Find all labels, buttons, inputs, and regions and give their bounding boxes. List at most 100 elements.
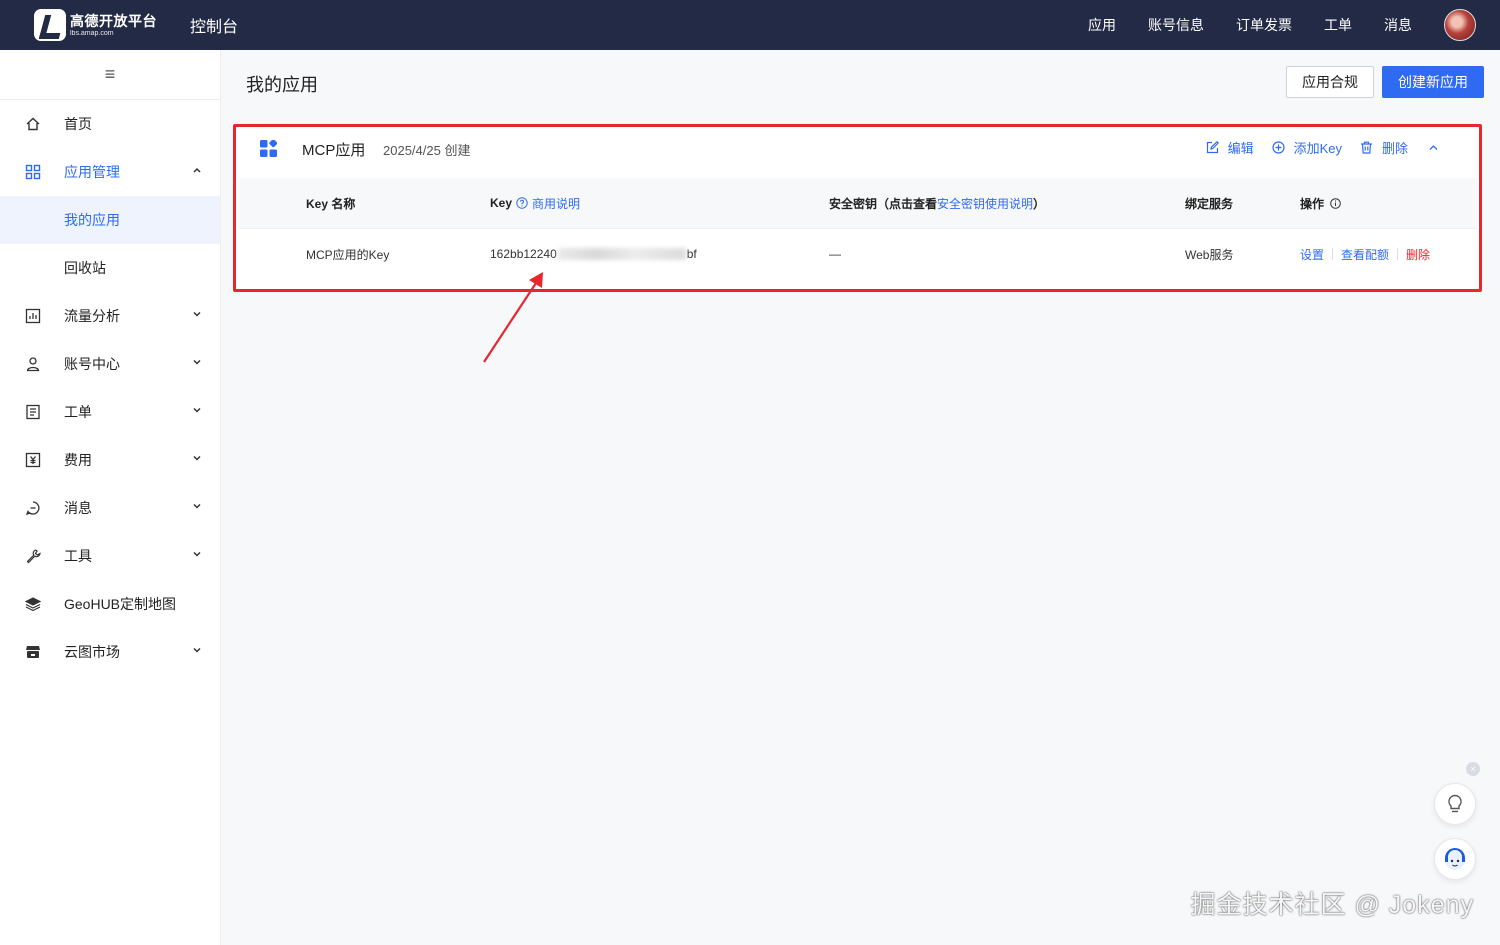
column-secret-label: 安全密钥（点击查看 [829,196,938,211]
key-value-end: bf [686,247,697,261]
logo-subtitle: lbs.amap.com [70,29,114,37]
customer-service-button[interactable] [1434,838,1476,880]
app-grid-icon [260,140,277,157]
sidebar-item-label: 消息 [64,500,92,516]
sidebar-item-my-apps[interactable]: 我的应用 [0,196,220,244]
chevron-down-icon [193,455,201,461]
commercial-help-label: 商用说明 [532,196,581,211]
annotation-arrow [483,272,543,363]
page-title: 我的应用 [246,75,318,95]
chevron-down-icon [193,407,201,413]
chevron-down-icon [193,503,201,509]
tips-button[interactable] [1434,783,1476,825]
sidebar-item-label: 应用管理 [64,164,120,180]
delete-label: 删除 [1381,141,1408,156]
sidebar-item-messages[interactable]: 消息 [0,484,220,532]
sidebar-item-recycle-bin[interactable]: 回收站 [0,244,220,292]
chevron-up-icon [1429,145,1438,150]
edit-icon [1206,141,1219,154]
console-title: 控制台 [190,19,239,36]
sidebar-item-label: GeoHUB定制地图 [64,596,177,612]
app-actions: 编辑 添加Key 删除 [1188,138,1448,157]
edit-label: 编辑 [1227,141,1254,156]
sidebar-item-account-center[interactable]: 账号中心 [0,340,220,388]
ops-cell: 设置 查看配额 删除 [1300,229,1430,279]
delete-app-button[interactable]: 删除 [1360,138,1408,157]
sidebar-item-label: 工具 [64,548,92,564]
divider [1397,248,1399,260]
info-icon[interactable] [1330,197,1341,209]
nav-tickets[interactable]: 工单 [1324,15,1352,35]
table-row: MCP应用的Key 162bb12240 bf — Web服务 设置 查看配额 … [239,228,1477,278]
column-service: 绑定服务 [1185,196,1234,211]
key-value-start: 162bb12240 [490,247,557,261]
sidebar-item-traffic[interactable]: 流量分析 [0,292,220,340]
add-key-label: 添加Key [1293,141,1342,156]
column-key: Key 商用说明 [490,178,580,228]
sidebar-item-geohub[interactable]: GeoHUB定制地图 [0,580,220,628]
support-avatar-icon [1445,848,1465,870]
watermark: 掘金技术社区 @ Jokeny [1190,891,1474,919]
add-key-button[interactable]: 添加Key [1271,138,1342,157]
create-app-button[interactable]: 创建新应用 [1382,66,1484,98]
sidebar-item-label: 工单 [64,404,92,420]
column-ops-label: 操作 [1300,196,1325,211]
chevron-up-icon [193,167,201,173]
sidebar-item-cloud-market[interactable]: 云图市场 [0,628,220,676]
delete-key-link[interactable]: 删除 [1406,246,1430,263]
sidebar-item-tools[interactable]: 工具 [0,532,220,580]
yuan-icon [24,451,42,469]
nav-account[interactable]: 账号信息 [1148,15,1204,35]
sidebar-item-label: 费用 [64,452,92,468]
app-compliance-button[interactable]: 应用合规 [1286,66,1374,98]
nav-orders[interactable]: 订单发票 [1236,15,1292,35]
sidebar-item-billing[interactable]: 费用 [0,436,220,484]
chevron-down-icon [193,647,201,653]
chart-icon [24,307,42,325]
ticket-icon [24,403,42,421]
sidebar: ≡ 首页 应用管理 我的应用 回收站 流量分析 账号中心 工单 费用 消息 工具… [0,50,221,945]
app-card: MCP应用 2025/4/25 创建 编辑 添加Key 删除 Key 名称 Ke… [236,126,1480,290]
chevron-down-icon [193,311,201,317]
lightbulb-icon [1448,794,1462,813]
add-circle-icon [1271,141,1285,154]
sidebar-item-app-management[interactable]: 应用管理 [0,148,220,196]
secret-usage-link[interactable]: 安全密钥使用说明 [937,195,1033,212]
store-icon [24,643,42,661]
column-ops: 操作 [1300,178,1341,228]
nav-messages[interactable]: 消息 [1384,15,1412,35]
message-icon [24,499,42,517]
chevron-down-icon [193,551,201,557]
sidebar-item-tickets[interactable]: 工单 [0,388,220,436]
nav-apps[interactable]: 应用 [1088,15,1116,35]
logo[interactable]: 高德开放平台 lbs.amap.com [34,9,164,41]
key-name-cell: MCP应用的Key [306,247,390,262]
sidebar-item-label: 首页 [64,116,92,132]
column-key-label: Key [490,196,513,210]
app-created-date: 2025/4/25 创建 [383,143,471,158]
sidebar-item-label: 流量分析 [64,308,120,324]
settings-link[interactable]: 设置 [1300,246,1324,263]
edit-app-button[interactable]: 编辑 [1206,138,1254,157]
chevron-down-icon [193,359,201,365]
wrench-icon [24,547,42,565]
service-cell: Web服务 [1185,247,1234,262]
sidebar-item-label: 云图市场 [64,644,120,660]
layers-icon [24,595,42,613]
key-table-header: Key 名称 Key 商用说明 安全密钥（点击查看 安全密钥使用说明 ） 绑定服… [239,178,1477,228]
app-name: MCP应用 [302,142,366,159]
view-quota-link[interactable]: 查看配额 [1341,246,1389,263]
sidebar-item-home[interactable]: 首页 [0,100,220,148]
sidebar-item-label: 账号中心 [64,356,120,372]
collapse-button[interactable] [1428,142,1448,153]
user-icon [24,355,42,373]
top-bar: 高德开放平台 lbs.amap.com 控制台 应用 账号信息 订单发票 工单 … [0,0,1500,50]
key-redacted [557,248,686,260]
close-float-icon[interactable]: × [1466,762,1480,776]
column-key-name: Key 名称 [306,196,356,211]
menu-toggle-icon[interactable]: ≡ [0,50,220,100]
trash-icon [1360,141,1372,154]
commercial-help-link[interactable]: 商用说明 [516,195,580,212]
column-secret: 安全密钥（点击查看 安全密钥使用说明 ） [829,178,1045,228]
user-avatar[interactable] [1444,9,1476,41]
